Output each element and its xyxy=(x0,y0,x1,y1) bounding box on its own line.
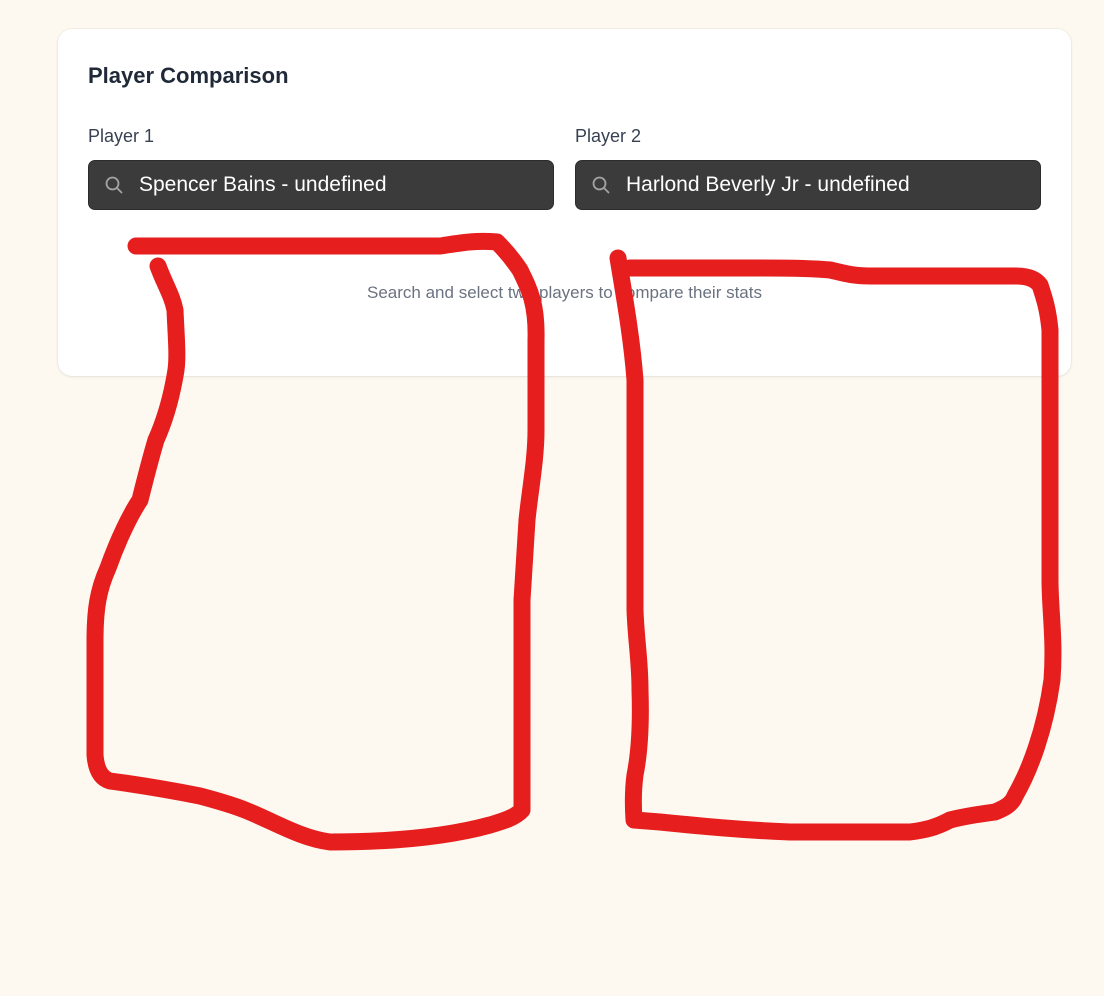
player-1-label: Player 1 xyxy=(88,126,155,146)
player-2-search-box[interactable] xyxy=(575,160,1041,210)
search-icon xyxy=(590,174,612,196)
player-2-search-input[interactable] xyxy=(626,161,1040,209)
card-title: Player Comparison xyxy=(88,63,289,88)
empty-state-hint: Search and select two players to compare… xyxy=(367,283,762,302)
player-comparison-card: Player Comparison Player 1 Player 2 Sear… xyxy=(58,29,1071,376)
search-icon xyxy=(103,174,125,196)
player-2-label: Player 2 xyxy=(575,126,642,146)
player-1-search-input[interactable] xyxy=(139,161,553,209)
player-1-search-box[interactable] xyxy=(88,160,554,210)
